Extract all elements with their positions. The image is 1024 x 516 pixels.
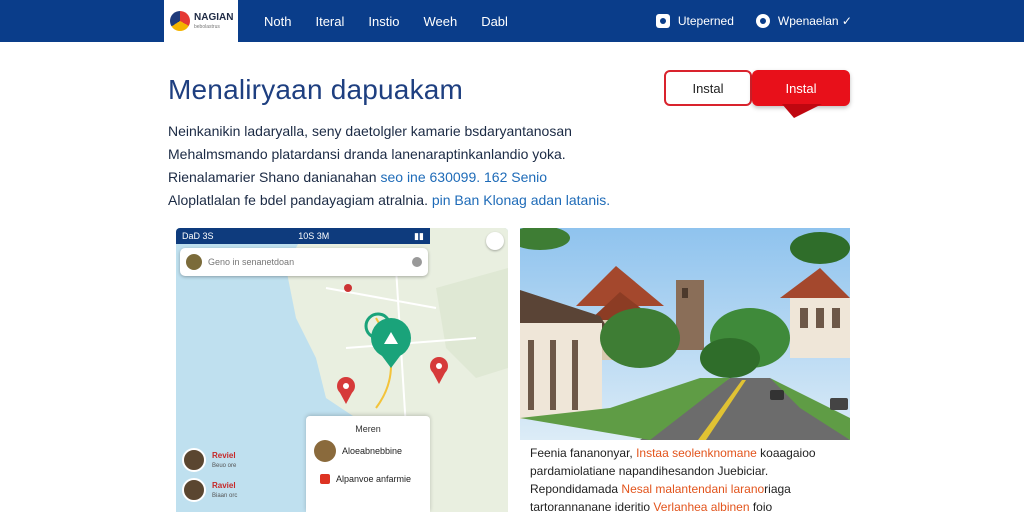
intro-line-4: Aloplatlalan fe bdel pandayagiam atralni… <box>168 192 611 208</box>
pin-icon <box>320 474 330 484</box>
list-item[interactable]: Aloeabnebbine <box>306 434 430 468</box>
list-item[interactable]: Raviel Biaan orc <box>182 478 237 502</box>
status-left: DaD 3S <box>182 231 214 241</box>
list-item[interactable]: Reviel Beuo ore <box>182 448 236 472</box>
logo-tagline: bebolastrus <box>194 23 220 30</box>
location-selector[interactable]: Wpenaelan ✓ <box>755 14 852 28</box>
person-subtitle: Beuo ore <box>212 463 237 469</box>
intro-line-3: Rienalamarier Shano danianahan seo ine 6… <box>168 169 548 185</box>
speech-bubble-tail <box>782 104 822 118</box>
main-nav: Noth Iteral Instio Weeh Dabl <box>252 0 520 42</box>
intro-line-1: Neinkanikin ladaryalla, seny daetolgler … <box>168 123 572 139</box>
logo-mark-icon <box>170 11 190 31</box>
avatar[interactable] <box>186 254 202 270</box>
nav-item-2[interactable]: Iteral <box>303 14 356 29</box>
caption-line-2: pardamiolatiane napandihesandon Juebicia… <box>530 464 769 478</box>
person-name: Raviel <box>212 481 236 490</box>
location-icon <box>755 14 770 28</box>
intro-link-2[interactable]: pin Ban Klonag adan latanis. <box>432 192 610 208</box>
nav-item-1[interactable]: Noth <box>252 14 303 29</box>
app-link[interactable]: Uteperned <box>655 14 734 28</box>
app-link-label: Uteperned <box>677 14 734 28</box>
map-marker-small-icon[interactable] <box>344 284 352 292</box>
install-button-outline[interactable]: Instal <box>664 70 752 106</box>
panel-row-label: Aloeabnebbine <box>342 446 403 456</box>
street-photo-illustration <box>520 228 850 440</box>
street-photo <box>520 228 850 440</box>
person-name: Reviel <box>212 451 236 460</box>
nav-right: Uteperned Wpenaelan ✓ <box>655 0 852 42</box>
phone-status-bar: DaD 3S 10S 3M ▮▮ <box>176 228 430 244</box>
list-item[interactable]: Alpanvoe anfarmie <box>306 468 430 490</box>
logo[interactable]: NAGIAN bebolastrus <box>164 0 238 42</box>
avatar <box>182 448 206 472</box>
page-title: Menaliryaan dapuakam <box>168 74 464 105</box>
app-icon <box>655 14 670 28</box>
map-search-bar[interactable]: Geno in senanetdoan <box>180 248 428 276</box>
mic-icon[interactable] <box>412 257 422 267</box>
compass-icon[interactable] <box>486 232 504 250</box>
top-navigation-bar: NAGIAN bebolastrus Noth Iteral Instio We… <box>0 0 1024 42</box>
caption-line-4: tartorannanane ideritio Verlanhea albine… <box>530 500 773 514</box>
place-panel: Meren Aloeabnebbine Alpanvoe anfarmie <box>306 416 430 512</box>
avatar <box>314 440 336 462</box>
caption-line-1: Feenia fananonyar, Instaa seolenknomane … <box>530 446 816 460</box>
caption-line-3: Repondidamada Nesal malantendani laranor… <box>530 482 791 496</box>
photo-caption: Feenia fananonyar, Instaa seolenknomane … <box>530 444 850 516</box>
nav-item-4[interactable]: Weeh <box>411 14 469 29</box>
panel-title: Meren <box>355 424 381 434</box>
map-app-screenshot: DaD 3S 10S 3M ▮▮ Geno in senanetdoan Rev… <box>176 228 508 512</box>
person-subtitle: Biaan orc <box>212 493 238 499</box>
intro-paragraph: Neinkanikin ladaryalla, seny daetolgler … <box>168 120 611 212</box>
map-search-placeholder: Geno in senanetdoan <box>208 257 295 267</box>
avatar <box>182 478 206 502</box>
nav-item-5[interactable]: Dabl <box>469 14 520 29</box>
intro-link-1[interactable]: seo ine 630099. 162 Senio <box>380 169 547 185</box>
install-button-primary[interactable]: Instal <box>752 70 850 106</box>
status-time: 10S 3M <box>298 231 330 241</box>
intro-line-2: Mehalmsmando platardansi dranda lanenara… <box>168 146 566 162</box>
nav-item-3[interactable]: Instio <box>356 14 411 29</box>
panel-row-label: Alpanvoe anfarmie <box>336 474 412 484</box>
battery-icon: ▮▮ <box>414 230 424 241</box>
location-selector-label: Wpenaelan ✓ <box>777 14 852 28</box>
logo-name: NAGIAN <box>194 11 234 23</box>
